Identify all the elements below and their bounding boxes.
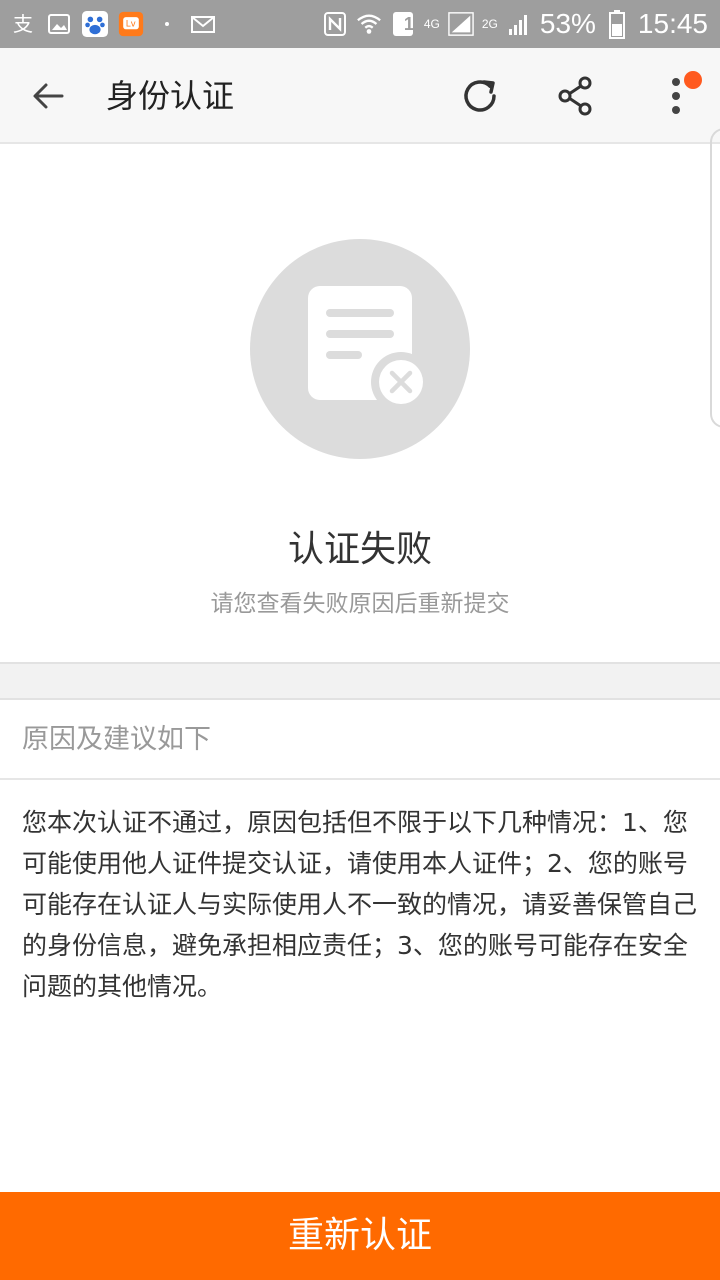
baidu-icon: [82, 11, 108, 37]
back-arrow-icon: [33, 83, 64, 109]
status-bar: 支 Lv 1 4G 2G 53% 15:45: [0, 0, 720, 48]
reasons-text: 您本次认证不通过，原因包括但不限于以下几种情况：1、您可能使用他人证件提交认证，…: [22, 808, 698, 1001]
clock: 15:45: [637, 8, 708, 39]
status-bar-notifications: 支 Lv: [10, 9, 216, 39]
reauthenticate-button[interactable]: 重新认证: [0, 1192, 720, 1280]
back-button[interactable]: [24, 72, 72, 120]
nfc-icon: [322, 11, 348, 37]
svg-text:支: 支: [13, 12, 33, 36]
toolbar: 身份认证: [0, 48, 720, 144]
reasons-header: 原因及建议如下: [0, 700, 720, 780]
signal-icon: [506, 11, 532, 37]
mail-icon: [190, 11, 216, 37]
section-divider: [0, 662, 720, 700]
refresh-button[interactable]: [456, 72, 504, 120]
network-4g-label: 4G: [423, 17, 440, 31]
page-title: 身份认证: [106, 77, 235, 115]
status-bar-system: 1 4G 2G 53% 15:45: [322, 6, 708, 42]
svg-text:Lv: Lv: [126, 20, 136, 30]
wifi-icon: [356, 11, 382, 37]
result-subtitle: 请您查看失败原因后重新提交: [210, 591, 510, 617]
battery-icon: [604, 10, 630, 39]
share-icon: [558, 76, 592, 116]
share-button[interactable]: [552, 72, 600, 120]
refresh-icon: [464, 80, 496, 112]
result-title: 认证失败: [287, 529, 432, 570]
dot-icon: [154, 11, 180, 37]
battery-percent: 53%: [539, 8, 596, 39]
gallery-icon: [46, 11, 72, 37]
app-icon: Lv: [118, 11, 144, 37]
network-2g-label: 2G: [481, 17, 498, 31]
sim-number: 1: [403, 13, 414, 34]
signal-icon: [448, 11, 474, 37]
document-failed-icon: [250, 239, 470, 459]
alipay-icon: 支: [10, 11, 36, 37]
notification-dot: [684, 71, 702, 89]
result-section: 认证失败 请您查看失败原因后重新提交: [0, 144, 720, 662]
edge-panel-handle[interactable]: [710, 128, 720, 428]
more-vertical-icon: [672, 78, 680, 114]
reasons-header-label: 原因及建议如下: [22, 724, 211, 755]
